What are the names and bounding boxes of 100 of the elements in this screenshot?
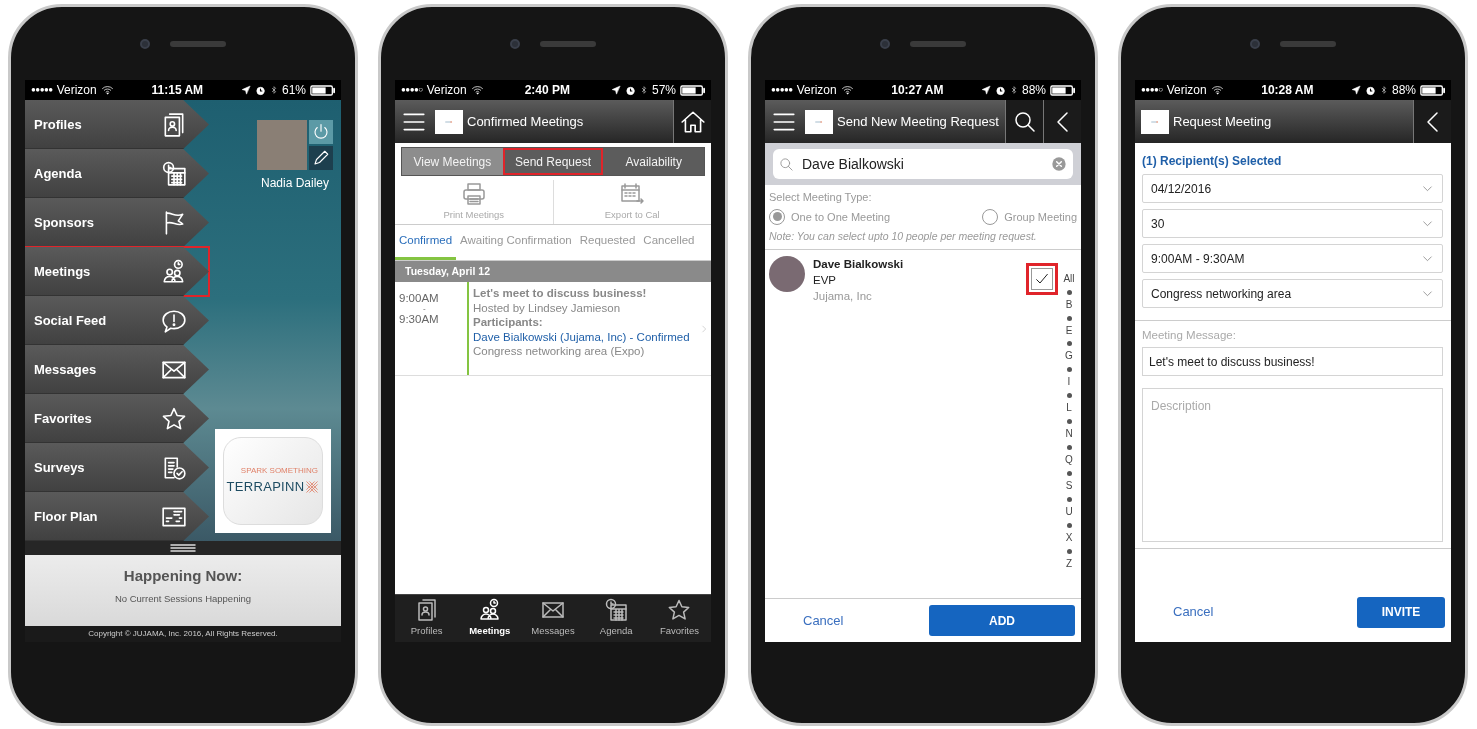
speaker-grille-icon [170, 40, 226, 47]
camera-lens-icon [880, 38, 890, 49]
index-letter[interactable]: I [1067, 376, 1071, 390]
search-field[interactable]: Dave Bialkowski [773, 149, 1073, 179]
menu-item[interactable]: Favorites [25, 394, 209, 443]
battery-percent: 57% [651, 82, 676, 99]
menu-item[interactable]: Surveys [25, 443, 209, 492]
index-letter[interactable]: Q [1065, 454, 1073, 467]
invite-button[interactable]: INVITE [1357, 596, 1445, 628]
carrier-name: Verizon [1166, 82, 1207, 99]
dropdown-field[interactable]: 04/12/2016 [1142, 174, 1443, 203]
participants-label: Participants: [473, 315, 544, 330]
tab-bar-item[interactable]: Favorites [647, 595, 711, 642]
bluetooth-icon [1379, 84, 1388, 96]
cancel-link[interactable]: Cancel [775, 610, 872, 631]
dropdown-field[interactable]: Congress networking area [1142, 279, 1443, 308]
end-time: 9:30AM [399, 313, 440, 326]
power-icon [312, 123, 330, 141]
battery-percent: 88% [1021, 82, 1046, 99]
index-letter[interactable]: U [1065, 505, 1073, 519]
index-letter[interactable]: N [1065, 428, 1073, 442]
meeting-row[interactable]: 9:00AM - 9:30AM Let's meet to discuss business! Hosted by Lindsey Jamieson Participants: Dave Bialkowski (Jujama, Inc) - Confirmed Congress networking area (Expo) [395, 282, 711, 376]
separator-dot [1066, 548, 1072, 554]
index-letter[interactable]: All [1063, 272, 1075, 286]
location-arrow-icon [1350, 85, 1361, 95]
pencil-icon [312, 149, 330, 167]
index-letter[interactable]: E [1065, 324, 1073, 338]
contact-company: Jujama, Inc [813, 288, 873, 304]
time-separator: - [422, 305, 427, 313]
index-letter[interactable]: X [1065, 531, 1073, 545]
crosshatch-x-icon [305, 480, 320, 494]
menu-item[interactable]: Social Feed [25, 296, 209, 345]
date-header: Tuesday, April 12 [395, 261, 711, 282]
clear-icon[interactable] [1051, 156, 1067, 172]
note-text: Note: You can select upto 10 people per meeting request. [769, 229, 1038, 244]
message-input[interactable]: Let's meet to discuss business! [1142, 347, 1443, 377]
speaker-grille-icon [910, 40, 966, 47]
tab-bar-item[interactable]: Agenda [584, 595, 648, 642]
edit-button[interactable] [309, 146, 333, 170]
status-message: No Current Sessions Happening [114, 591, 252, 606]
meeting-location: Congress networking area (Expo) [473, 344, 646, 359]
tab-bar-item[interactable]: Messages [521, 595, 585, 642]
index-letter[interactable]: S [1065, 480, 1073, 493]
alarm-clock-icon [254, 84, 266, 96]
tab-bar-item[interactable]: Meetings [458, 595, 522, 642]
search-icon [779, 156, 794, 172]
segment-button[interactable]: Send Request [502, 148, 604, 175]
menu-item[interactable]: Messages [25, 345, 209, 394]
drag-handle-icon [170, 544, 196, 552]
menu-item[interactable]: Meetings [25, 247, 209, 296]
menu-item[interactable]: Sponsors [25, 198, 209, 247]
separator-dot [1066, 419, 1072, 425]
contact-title: EVP [813, 272, 837, 288]
clock-time: 10:28 AM [1261, 82, 1314, 99]
signal-strength: ●●●●○ [1141, 84, 1163, 96]
wifi-icon [100, 84, 114, 96]
dropdown-field[interactable]: 9:00AM - 9:30AM [1142, 244, 1443, 273]
battery-icon [310, 84, 335, 96]
tab-bar-item[interactable]: Profiles [395, 595, 459, 642]
battery-icon [1050, 84, 1075, 96]
carrier-name: Verizon [426, 82, 467, 99]
meeting-host: Hosted by Lindsey Jamieson [473, 300, 622, 315]
description-field[interactable]: Description [1142, 388, 1443, 543]
index-letter[interactable]: Z [1065, 557, 1073, 571]
search-icon[interactable] [1012, 109, 1037, 134]
index-letter[interactable]: L [1066, 402, 1072, 416]
dropdown-field[interactable]: 30 [1142, 209, 1443, 238]
location-arrow-icon [240, 85, 251, 95]
segment-button[interactable]: Availability [603, 148, 704, 175]
signal-strength: ●●●●● [771, 84, 793, 96]
screen-title: Send New Meeting Request [837, 112, 1000, 131]
separator-dot [1066, 522, 1072, 528]
separator-dot [1066, 471, 1072, 476]
add-button[interactable]: ADD [929, 605, 1075, 636]
bluetooth-icon [639, 84, 648, 96]
menu-item[interactable]: Floor Plan [25, 492, 209, 541]
participant-link[interactable]: Dave Bialkowski (Jujama, Inc) - Confirmed [473, 329, 695, 344]
menu-item[interactable]: Agenda [25, 149, 209, 198]
cancel-link[interactable]: Cancel [1145, 602, 1242, 622]
photo-placeholder [257, 120, 307, 170]
calendar-export-icon[interactable] [618, 181, 647, 206]
calendar-clock-icon [603, 598, 630, 623]
battery-percent: 88% [1391, 82, 1416, 99]
calendar-clock-icon [161, 160, 187, 187]
copyright-text: Copyright © JUJAMA, Inc. 2016, All Rights Reserved. [25, 626, 341, 642]
separator-dot [1066, 341, 1072, 347]
alarm-clock-icon [994, 84, 1006, 96]
menu-item[interactable]: Profiles [25, 100, 209, 149]
battery-icon [680, 84, 705, 96]
section-heading: Happening Now: [123, 566, 243, 586]
battery-icon [1420, 84, 1445, 96]
index-letter[interactable]: B [1065, 298, 1073, 312]
contact-name: Dave Bialkowski [813, 256, 904, 272]
star-icon [161, 405, 187, 432]
battery-percent: 61% [281, 82, 306, 99]
bluetooth-icon [269, 84, 278, 96]
screen-title: Request Meeting [1173, 112, 1273, 131]
index-letter[interactable]: G [1065, 350, 1073, 364]
alarm-clock-icon [1364, 84, 1376, 96]
location-arrow-icon [610, 85, 621, 95]
